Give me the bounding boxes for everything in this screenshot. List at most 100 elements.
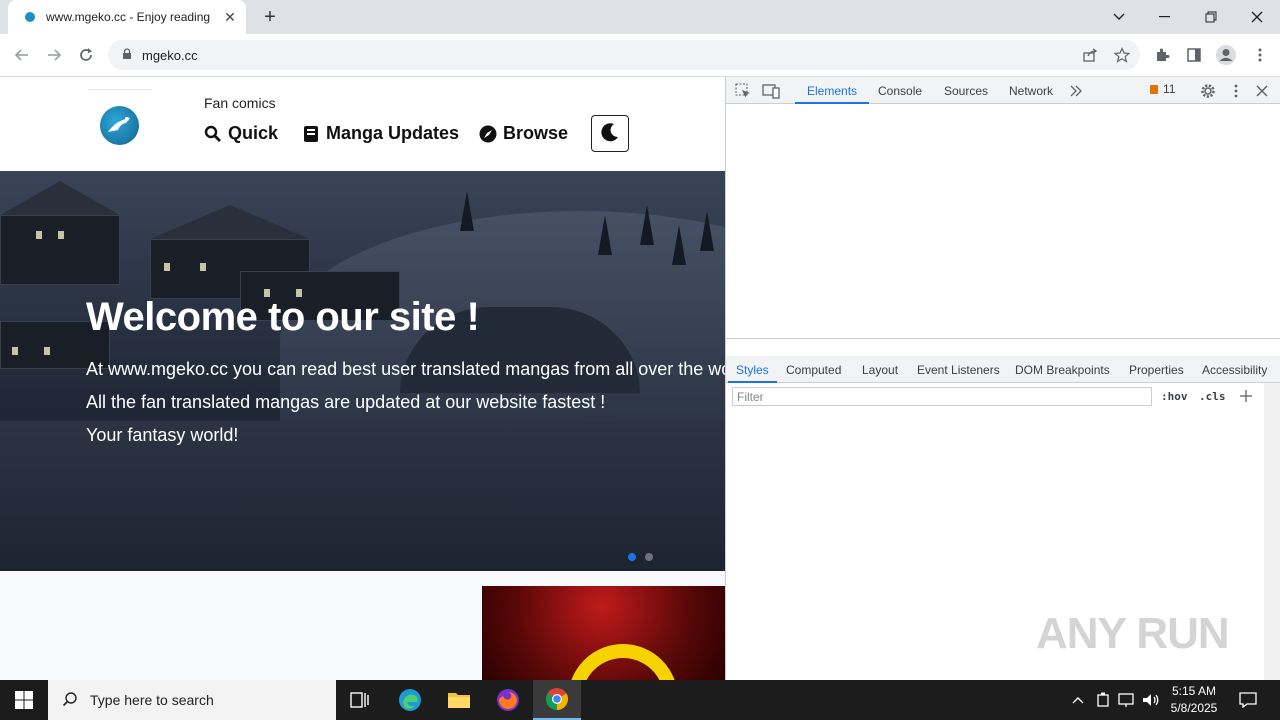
minimize-icon[interactable] xyxy=(1142,0,1188,34)
carousel-dot-active[interactable] xyxy=(628,553,636,561)
tray-device-icon[interactable] xyxy=(1093,680,1113,720)
back-icon[interactable] xyxy=(8,41,36,69)
browser-toolbar: mgeko.cc xyxy=(0,34,1280,77)
hero-tree xyxy=(460,191,474,231)
volume-icon[interactable] xyxy=(1140,680,1162,720)
hero-tree xyxy=(700,211,714,251)
styles-tab[interactable]: Styles xyxy=(728,356,777,383)
devtools-settings-gear-icon[interactable] xyxy=(1198,81,1218,101)
nav-manga-updates-label: Manga Updates xyxy=(326,123,460,143)
hero-window xyxy=(200,263,206,271)
search-icon xyxy=(62,691,78,710)
network-icon[interactable] xyxy=(1116,680,1138,720)
site-logo[interactable] xyxy=(100,106,139,145)
nav-quick-label: Quick xyxy=(228,123,279,143)
computed-tab[interactable]: Computed xyxy=(786,356,841,383)
nav-browse-label: Browse xyxy=(503,123,569,143)
reload-icon[interactable] xyxy=(72,41,100,69)
hero-title: Welcome to our site ! xyxy=(86,295,480,339)
accessibility-tab[interactable]: Accessibility xyxy=(1202,356,1267,383)
hero-roof xyxy=(150,205,310,239)
browser-menu-icon[interactable] xyxy=(1246,41,1274,69)
hero-window xyxy=(164,263,170,271)
hero-tree xyxy=(598,215,612,255)
hero-line-1: At www.mgeko.cc you can read best user t… xyxy=(86,359,725,379)
devtools-tab-sources[interactable]: Sources xyxy=(944,77,988,104)
properties-tab[interactable]: Properties xyxy=(1129,356,1184,383)
close-window-icon[interactable] xyxy=(1234,0,1280,34)
nav-browse[interactable]: Browse xyxy=(479,123,568,144)
bookmark-star-icon[interactable] xyxy=(1108,41,1136,69)
hero-line-3: Your fantasy world! xyxy=(86,425,239,445)
styles-pane-tabs: Styles Computed Layout Event Listeners D… xyxy=(726,356,1280,383)
address-bar[interactable]: mgeko.cc xyxy=(108,40,1140,70)
share-icon[interactable] xyxy=(1076,41,1104,69)
hero-window xyxy=(44,347,50,355)
url-text: mgeko.cc xyxy=(142,47,198,63)
moon-icon xyxy=(599,121,621,146)
manga-cover-image[interactable] xyxy=(482,586,725,680)
task-view-icon[interactable] xyxy=(336,680,384,720)
site-favicon-icon xyxy=(22,9,38,25)
book-icon xyxy=(302,125,320,143)
hero-window xyxy=(58,231,64,239)
edge-browser-icon[interactable] xyxy=(386,680,434,720)
file-explorer-icon[interactable] xyxy=(435,680,483,720)
hero-house xyxy=(0,215,120,285)
windows-start-icon[interactable] xyxy=(0,680,48,720)
taskbar-search-placeholder: Type here to search xyxy=(90,692,214,708)
devtools-tab-elements[interactable]: Elements xyxy=(794,77,870,104)
more-tabs-chevron-icon[interactable] xyxy=(1066,81,1086,101)
devtools-tab-network[interactable]: Network xyxy=(1009,77,1053,104)
search-icon xyxy=(204,125,222,143)
extensions-icon[interactable] xyxy=(1148,41,1176,69)
cls-toggle[interactable]: .cls xyxy=(1199,390,1226,403)
hov-toggle[interactable]: :hov xyxy=(1161,390,1188,403)
new-tab-button[interactable]: + xyxy=(258,5,282,29)
browser-tab[interactable]: www.mgeko.cc - Enjoy reading ✕ xyxy=(8,0,246,34)
devtools-menu-icon[interactable] xyxy=(1226,81,1246,101)
anyrun-watermark: ANY RUN xyxy=(1036,609,1230,658)
notifications-icon[interactable] xyxy=(1234,680,1262,720)
dom-breakpoints-tab[interactable]: DOM Breakpoints xyxy=(1015,356,1110,383)
devtools-panel: Elements Console Sources Network 11 Styl… xyxy=(725,77,1280,680)
close-tab-icon[interactable]: ✕ xyxy=(222,9,238,25)
tray-chevron-up-icon[interactable] xyxy=(1068,680,1088,720)
issues-count: 11 xyxy=(1163,82,1176,96)
layout-tab[interactable]: Layout xyxy=(862,356,898,383)
site-header: Fan comics Quick Manga Updates Browse xyxy=(0,77,725,171)
styles-filter-input[interactable]: Filter xyxy=(732,387,1152,406)
forward-icon[interactable] xyxy=(40,41,68,69)
chrome-icon[interactable] xyxy=(533,680,581,720)
compass-icon xyxy=(479,125,497,143)
carousel-dot[interactable] xyxy=(645,553,653,561)
device-toolbar-icon[interactable] xyxy=(761,81,781,101)
inspect-element-icon[interactable] xyxy=(733,81,753,101)
taskbar-search-box[interactable]: Type here to search xyxy=(48,680,336,720)
tab-search-chevron-icon[interactable] xyxy=(1096,0,1142,34)
tab-strip: www.mgeko.cc - Enjoy reading ✕ + xyxy=(0,0,1280,34)
taskbar-clock[interactable]: 5:15 AM 5/8/2025 xyxy=(1160,683,1228,717)
new-style-rule-plus-icon[interactable] xyxy=(1238,388,1254,407)
profile-avatar-icon[interactable] xyxy=(1212,41,1240,69)
hero-tree xyxy=(640,205,654,245)
devtools-main-toolbar: Elements Console Sources Network 11 xyxy=(726,77,1280,104)
theme-toggle-button[interactable] xyxy=(591,115,629,152)
nav-quick[interactable]: Quick xyxy=(204,123,278,144)
hero-line-2: All the fan translated mangas are update… xyxy=(86,392,606,412)
nav-manga-updates[interactable]: Manga Updates xyxy=(302,123,459,144)
cover-artwork xyxy=(568,644,678,680)
clock-time: 5:15 AM xyxy=(1171,684,1217,698)
tab-title: www.mgeko.cc - Enjoy reading xyxy=(46,10,211,24)
lock-icon[interactable] xyxy=(122,47,132,63)
devtools-close-icon[interactable] xyxy=(1252,81,1272,101)
styles-scrollbar[interactable] xyxy=(1264,383,1280,680)
elements-tree-pane xyxy=(726,104,1280,339)
devtools-tab-console[interactable]: Console xyxy=(878,77,922,104)
restore-icon[interactable] xyxy=(1188,0,1234,34)
event-listeners-tab[interactable]: Event Listeners xyxy=(917,356,1000,383)
hero-roof xyxy=(0,181,120,215)
issues-badge[interactable]: 11 xyxy=(1150,82,1175,96)
side-panel-icon[interactable] xyxy=(1180,41,1208,69)
firefox-icon[interactable] xyxy=(484,680,532,720)
